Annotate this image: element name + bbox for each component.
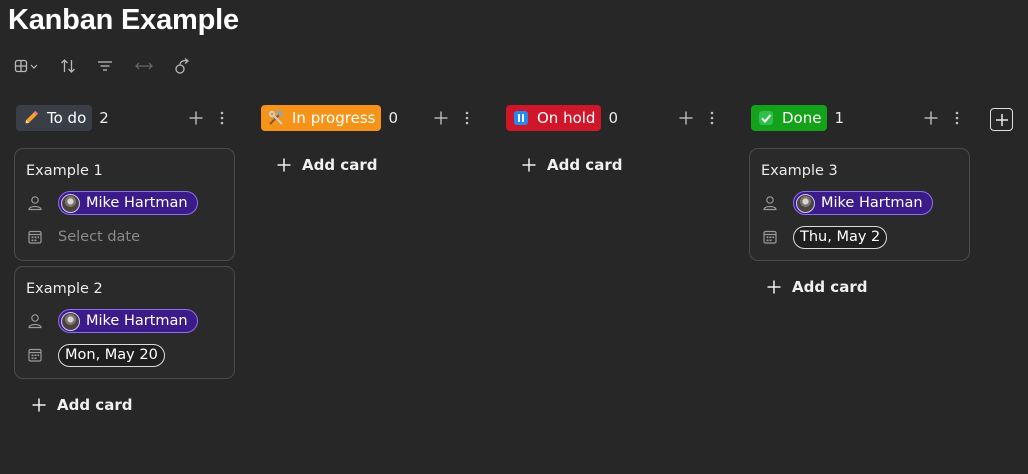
column-count: 0	[608, 109, 619, 127]
date-chip[interactable]: Thu, May 2	[793, 225, 888, 249]
person-chip[interactable]: Mike Hartman	[58, 191, 198, 215]
column-in-progress: In progress 0 Add card	[261, 105, 483, 176]
card-title: Example 3	[761, 163, 838, 179]
column-header: Done 1	[751, 105, 973, 131]
column-badge[interactable]: Done	[751, 105, 828, 131]
add-card-label: Add card	[302, 156, 378, 174]
plus-icon	[995, 113, 1008, 126]
resize-icon[interactable]	[134, 56, 154, 76]
add-icon[interactable]	[431, 108, 451, 128]
pencil-icon	[22, 109, 40, 127]
person-icon	[27, 311, 49, 331]
column-count: 0	[388, 109, 398, 127]
column-count: 2	[99, 109, 109, 127]
add-icon[interactable]	[921, 108, 941, 128]
add-card-button[interactable]: Add card	[751, 276, 973, 298]
view-toolbar	[14, 56, 212, 76]
avatar	[61, 311, 80, 331]
column-badge[interactable]: In progress	[261, 105, 382, 131]
add-card-button[interactable]: Add card	[506, 154, 728, 176]
column-label: On hold	[537, 109, 596, 127]
add-icon[interactable]	[186, 108, 206, 128]
column-to-do: To do 2 Example 1 Mike Hartman Select da…	[14, 105, 238, 416]
column-count: 1	[834, 109, 845, 127]
plus-icon	[275, 156, 293, 174]
column-header: On hold 0	[506, 105, 728, 131]
add-column-button[interactable]	[990, 108, 1013, 131]
person-name: Mike Hartman	[86, 313, 188, 329]
more-options-icon[interactable]	[947, 108, 967, 128]
card-title: Example 2	[26, 281, 103, 297]
person-chip[interactable]: Mike Hartman	[58, 309, 198, 333]
more-options-icon[interactable]	[212, 108, 232, 128]
add-icon[interactable]	[676, 108, 696, 128]
date-placeholder[interactable]: Select date	[58, 229, 140, 245]
add-card-button[interactable]: Add card	[16, 394, 238, 416]
column-header: In progress 0	[261, 105, 483, 131]
avatar	[796, 193, 815, 213]
pause-icon	[512, 109, 530, 127]
column-badge[interactable]: To do	[16, 105, 93, 131]
filter-icon[interactable]	[96, 56, 114, 76]
column-label: Done	[782, 109, 822, 127]
card[interactable]: Example 3 Mike Hartman Thu, May 2	[749, 148, 970, 261]
sort-icon[interactable]	[60, 56, 76, 76]
column-header: To do 2	[16, 105, 238, 131]
card[interactable]: Example 2 Mike Hartman Mon, May 20	[14, 266, 235, 379]
person-chip[interactable]: Mike Hartman	[793, 191, 933, 215]
page-title: Kanban Example	[8, 4, 239, 36]
card-title: Example 1	[26, 163, 103, 179]
layout-icon[interactable]	[14, 56, 40, 76]
column-label: In progress	[292, 109, 376, 127]
plus-icon	[765, 278, 783, 296]
plus-icon	[30, 396, 48, 414]
column-badge[interactable]: On hold	[506, 105, 602, 131]
add-card-label: Add card	[547, 156, 623, 174]
calendar-icon	[27, 227, 49, 247]
more-options-icon[interactable]	[702, 108, 722, 128]
automation-icon[interactable]	[174, 56, 192, 76]
date-chip[interactable]: Mon, May 20	[58, 343, 165, 367]
calendar-icon	[27, 345, 49, 365]
person-name: Mike Hartman	[821, 195, 923, 211]
column-on-hold: On hold 0 Add card	[506, 105, 728, 176]
card[interactable]: Example 1 Mike Hartman Select date	[14, 148, 235, 261]
add-card-label: Add card	[57, 396, 133, 414]
person-icon	[27, 193, 49, 213]
person-icon	[762, 193, 784, 213]
column-done: Done 1 Example 3 Mike Hartman Thu, May 2…	[749, 105, 973, 298]
add-card-button[interactable]: Add card	[261, 154, 483, 176]
person-name: Mike Hartman	[86, 195, 188, 211]
column-label: To do	[47, 109, 87, 127]
check-icon	[757, 109, 775, 127]
calendar-icon	[762, 227, 784, 247]
add-card-label: Add card	[792, 278, 868, 296]
hammer-wrench-icon	[267, 109, 285, 127]
avatar	[61, 193, 80, 213]
plus-icon	[520, 156, 538, 174]
more-options-icon[interactable]	[457, 108, 477, 128]
